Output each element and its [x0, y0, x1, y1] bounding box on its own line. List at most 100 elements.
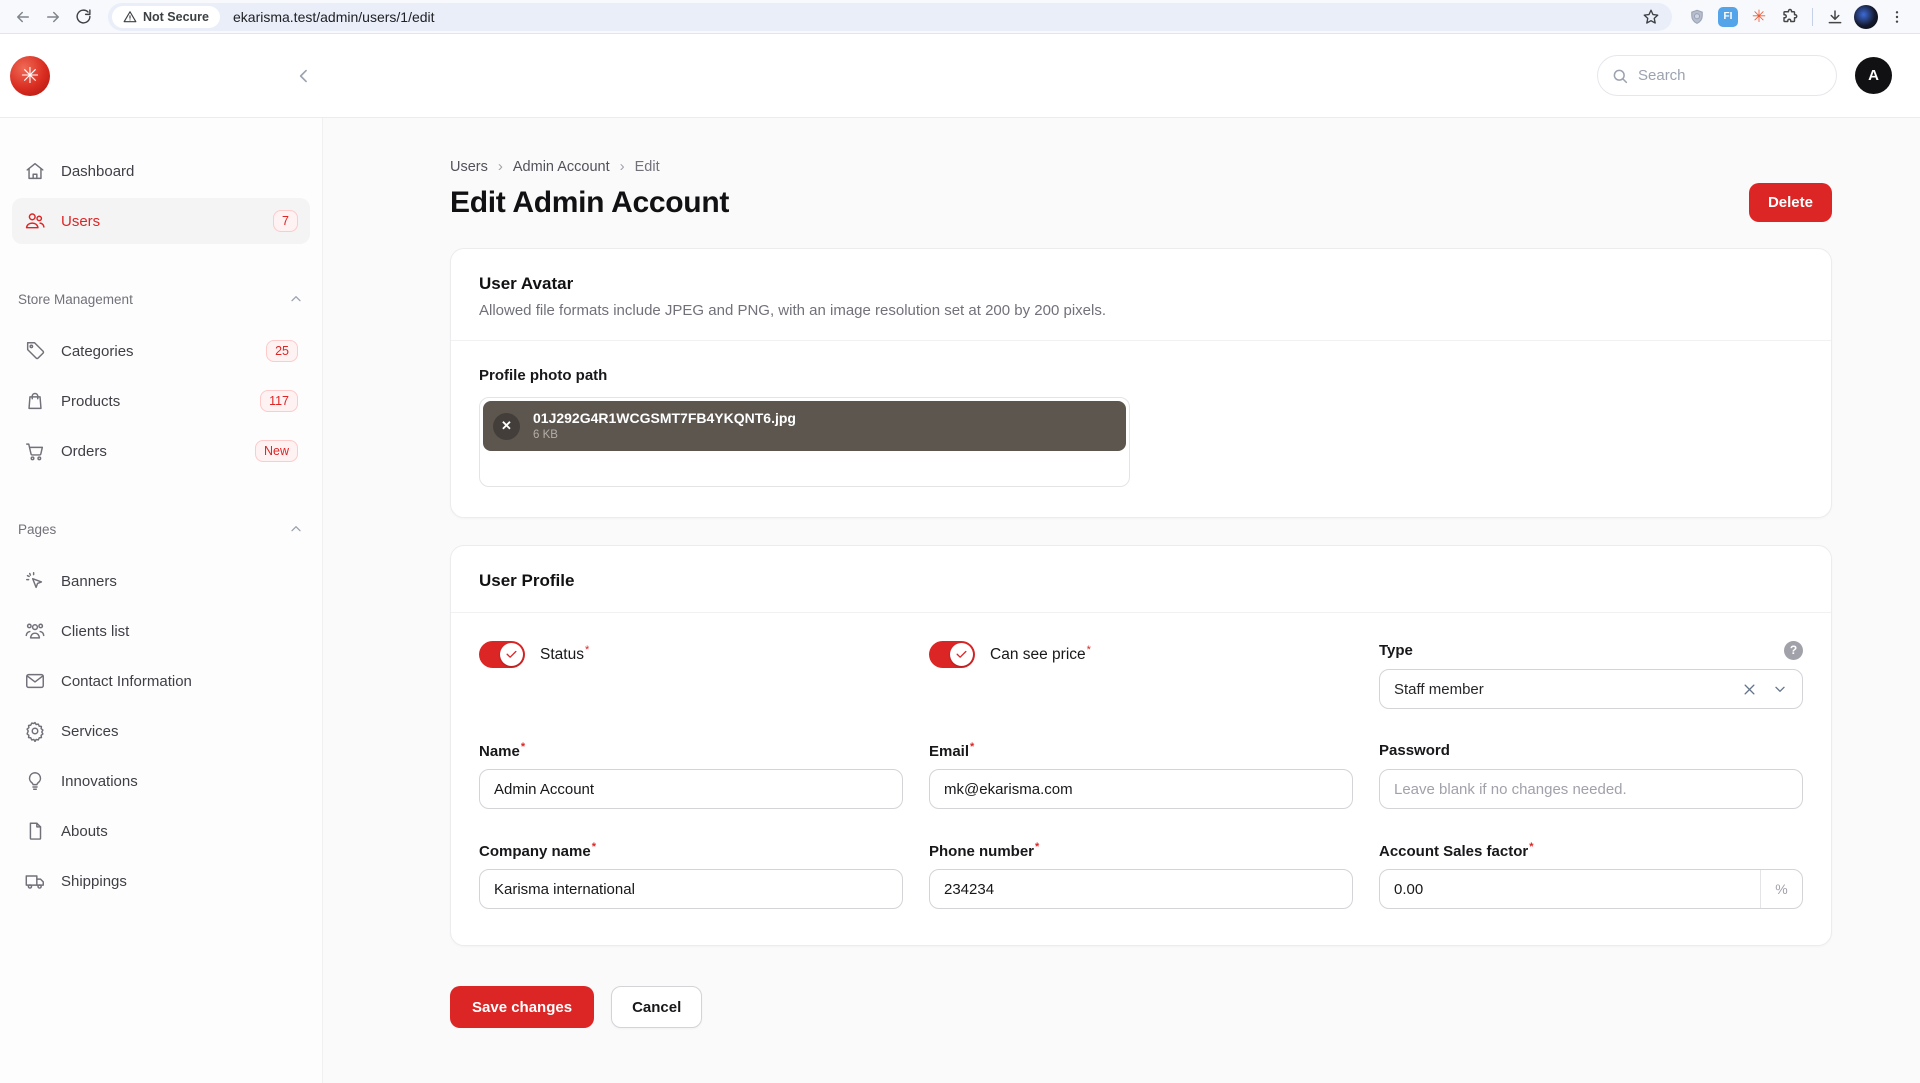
- chevron-down-icon[interactable]: [1772, 681, 1788, 697]
- sidebar-item-label: Orders: [61, 443, 107, 460]
- email-label: Email*: [929, 741, 974, 760]
- status-label: Status*: [540, 644, 589, 664]
- sidebar-item-innovations[interactable]: Innovations: [12, 758, 310, 804]
- sidebar-section-pages[interactable]: Pages: [12, 514, 310, 544]
- remove-file-button[interactable]: ✕: [493, 413, 520, 440]
- user-profile-card: User Profile Status*: [450, 545, 1832, 946]
- bookmark-star-icon[interactable]: [1642, 8, 1660, 26]
- browser-menu-icon[interactable]: [1884, 4, 1910, 30]
- profile-avatar[interactable]: [1853, 4, 1879, 30]
- file-name: 01J292G4R1WCGSMT7FB4YKQNT6.jpg: [533, 409, 796, 427]
- phone-number-field: Phone number*: [929, 841, 1353, 909]
- status-toggle[interactable]: [479, 641, 525, 668]
- breadcrumb: Users › Admin Account › Edit: [450, 158, 1832, 175]
- lightbulb-icon: [24, 770, 46, 792]
- toolbar-separator: [1812, 8, 1813, 26]
- sidebar-collapse-button[interactable]: [290, 62, 318, 90]
- downloads-icon[interactable]: [1822, 4, 1848, 30]
- type-select[interactable]: Staff member: [1379, 669, 1803, 709]
- email-field: Email*: [929, 741, 1353, 809]
- cancel-button[interactable]: Cancel: [611, 986, 702, 1028]
- sidebar-item-label: Clients list: [61, 623, 129, 640]
- orders-new-badge: New: [255, 440, 298, 463]
- sidebar-item-products[interactable]: Products 117: [12, 378, 310, 424]
- sidebar-item-shippings[interactable]: Shippings: [12, 858, 310, 904]
- sidebar-item-orders[interactable]: Orders New: [12, 428, 310, 474]
- forward-icon[interactable]: [40, 4, 66, 30]
- type-select-value: Staff member: [1394, 681, 1484, 698]
- profile-photo-path-label: Profile photo path: [479, 367, 1803, 384]
- toggle-check-icon: [950, 643, 973, 666]
- cart-icon: [24, 440, 46, 462]
- not-secure-chip[interactable]: Not Secure: [112, 6, 220, 28]
- sidebar-item-clients-list[interactable]: Clients list: [12, 608, 310, 654]
- card-title: User Avatar: [479, 274, 1803, 294]
- bag-icon: [24, 390, 46, 412]
- can-see-price-toggle-cell: Can see price*: [929, 641, 1353, 667]
- breadcrumb-admin-account[interactable]: Admin Account: [513, 159, 610, 175]
- sidebar-item-label: Shippings: [61, 873, 127, 890]
- sidebar-item-services[interactable]: Services: [12, 708, 310, 754]
- sidebar-item-label: Dashboard: [61, 163, 134, 180]
- company-name-field: Company name*: [479, 841, 903, 909]
- url-text: ekarisma.test/admin/users/1/edit: [233, 9, 1642, 25]
- home-icon: [24, 160, 46, 182]
- phone-number-input[interactable]: [929, 869, 1353, 909]
- shield-extension-icon[interactable]: [1684, 4, 1710, 30]
- password-input[interactable]: [1379, 769, 1803, 809]
- security-label: Not Secure: [143, 10, 209, 24]
- user-avatar[interactable]: A: [1855, 57, 1892, 94]
- sidebar-section-store-management[interactable]: Store Management: [12, 284, 310, 314]
- users-icon: [24, 210, 46, 232]
- company-name-input[interactable]: [479, 869, 903, 909]
- brand-logo[interactable]: ✳: [10, 56, 50, 96]
- help-icon[interactable]: ?: [1784, 641, 1803, 660]
- type-label: Type: [1379, 642, 1413, 659]
- sidebar-item-dashboard[interactable]: Dashboard: [12, 148, 310, 194]
- name-input[interactable]: [479, 769, 903, 809]
- can-see-price-toggle[interactable]: [929, 641, 975, 668]
- type-field: Type ? Staff member: [1379, 641, 1803, 709]
- cursor-click-icon: [24, 570, 46, 592]
- account-sales-factor-input[interactable]: [1379, 869, 1803, 909]
- extensions-puzzle-icon[interactable]: [1777, 4, 1803, 30]
- tag-icon: [24, 340, 46, 362]
- file-upload-dropzone[interactable]: ✕ 01J292G4R1WCGSMT7FB4YKQNT6.jpg 6 KB: [479, 397, 1130, 487]
- envelope-icon: [24, 670, 46, 692]
- fi-extension-icon[interactable]: FI: [1715, 4, 1741, 30]
- sidebar-item-label: Products: [61, 393, 120, 410]
- status-toggle-cell: Status*: [479, 641, 903, 667]
- sidebar-item-users[interactable]: Users 7: [12, 198, 310, 244]
- account-sales-factor-label: Account Sales factor*: [1379, 841, 1534, 860]
- sidebar-item-abouts[interactable]: Abouts: [12, 808, 310, 854]
- name-label: Name*: [479, 741, 525, 760]
- delete-button[interactable]: Delete: [1749, 183, 1832, 222]
- back-icon[interactable]: [10, 4, 36, 30]
- breadcrumb-users[interactable]: Users: [450, 159, 488, 175]
- reload-icon[interactable]: [70, 4, 96, 30]
- card-description: Allowed file formats include JPEG and PN…: [479, 302, 1803, 319]
- card-title: User Profile: [479, 571, 1803, 591]
- search-input[interactable]: [1597, 55, 1837, 96]
- clear-icon[interactable]: [1742, 682, 1757, 697]
- chevron-right-icon: ›: [620, 158, 625, 175]
- save-changes-button[interactable]: Save changes: [450, 986, 594, 1028]
- app-header: ✳ A: [0, 34, 1920, 118]
- search-icon: [1611, 67, 1629, 85]
- address-bar[interactable]: Not Secure ekarisma.test/admin/users/1/e…: [108, 3, 1672, 31]
- products-count-badge: 117: [260, 390, 298, 413]
- document-icon: [24, 820, 46, 842]
- categories-count-badge: 25: [266, 340, 298, 363]
- user-avatar-card: User Avatar Allowed file formats include…: [450, 248, 1832, 518]
- sidebar-item-contact-information[interactable]: Contact Information: [12, 658, 310, 704]
- sidebar-item-label: Users: [61, 213, 100, 230]
- can-see-price-label: Can see price*: [990, 644, 1091, 664]
- sidebar-item-label: Categories: [61, 343, 134, 360]
- email-input[interactable]: [929, 769, 1353, 809]
- starburst-extension-icon[interactable]: ✳: [1746, 4, 1772, 30]
- sidebar-item-categories[interactable]: Categories 25: [12, 328, 310, 374]
- toggle-check-icon: [500, 643, 523, 666]
- chevron-up-icon: [288, 291, 304, 307]
- main-area: Users › Admin Account › Edit Edit Admin …: [323, 118, 1920, 1083]
- sidebar-item-banners[interactable]: Banners: [12, 558, 310, 604]
